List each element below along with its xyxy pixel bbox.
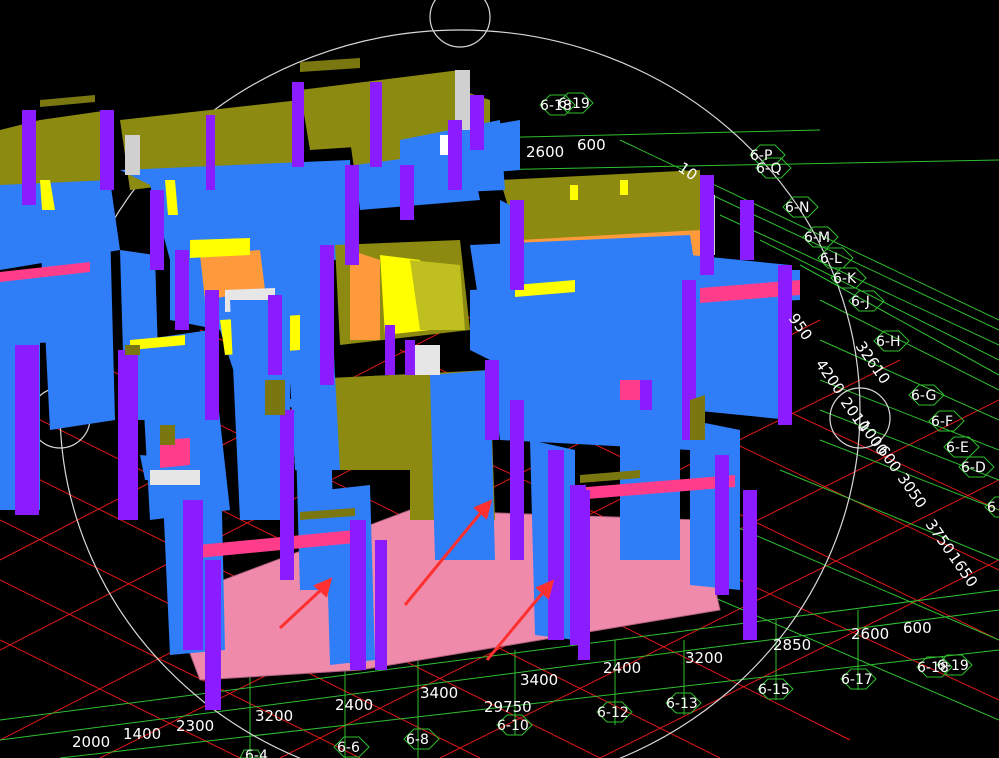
dim-label: 600 bbox=[903, 619, 932, 637]
grid-label: 6-K bbox=[833, 271, 857, 287]
dim-label: 600 bbox=[577, 136, 606, 154]
grid-label: 6-6 bbox=[337, 740, 360, 756]
dim-label: 3400 bbox=[520, 671, 558, 689]
dim-label: 2300 bbox=[176, 717, 214, 735]
grid-label: 6-13 bbox=[666, 696, 698, 712]
dim-label: 1400 bbox=[123, 725, 161, 743]
grid-label: 6-19 bbox=[558, 96, 590, 112]
grid-label: 6-H bbox=[876, 334, 901, 350]
grid-label: 6-12 bbox=[597, 705, 629, 721]
grid-label: 6-D bbox=[961, 460, 986, 476]
dim-label: 3200 bbox=[255, 707, 293, 725]
top-axis-labels: 6-18 6-19 2600 600 10 bbox=[526, 92, 701, 184]
model-viewport[interactable]: 2000 1400 2300 3200 2400 3400 29750 3400… bbox=[0, 0, 999, 758]
grid-label: 6-17 bbox=[841, 672, 873, 688]
grid-label: 6-E bbox=[946, 440, 969, 456]
dim-label: 3750 bbox=[922, 516, 959, 558]
dim-label: 29750 bbox=[484, 698, 532, 716]
grid-label: 6-N bbox=[785, 200, 809, 216]
grid-label: 6-4 bbox=[245, 748, 268, 758]
dim-label: 2400 bbox=[335, 696, 373, 714]
grid-label: 6-10 bbox=[497, 718, 529, 734]
dim-label: 2600 bbox=[851, 625, 889, 643]
orbit-handle-top[interactable] bbox=[429, 0, 491, 48]
dim-label: 3050 bbox=[894, 470, 931, 512]
dim-label: 3400 bbox=[420, 684, 458, 702]
dim-label: 3200 bbox=[685, 649, 723, 667]
dim-label: 2000 bbox=[72, 733, 110, 751]
grid-label: 6 bbox=[987, 500, 996, 516]
grid-label: 6-15 bbox=[758, 682, 790, 698]
grid-label: 6-L bbox=[820, 251, 842, 267]
dim-label: 2600 bbox=[526, 143, 564, 161]
grid-label: 6-8 bbox=[406, 732, 429, 748]
grid-label: 6-J bbox=[851, 294, 870, 310]
grid-label: 6-Q bbox=[756, 161, 782, 177]
grid-label: 6-19 bbox=[937, 658, 969, 674]
grid-label: 6-M bbox=[804, 230, 830, 246]
grid-label: 6-G bbox=[911, 388, 936, 404]
dim-label: 2400 bbox=[603, 659, 641, 677]
dim-label: 4200 bbox=[812, 356, 849, 398]
dim-label: 2850 bbox=[773, 636, 811, 654]
grid-label: 6-F bbox=[931, 414, 953, 430]
